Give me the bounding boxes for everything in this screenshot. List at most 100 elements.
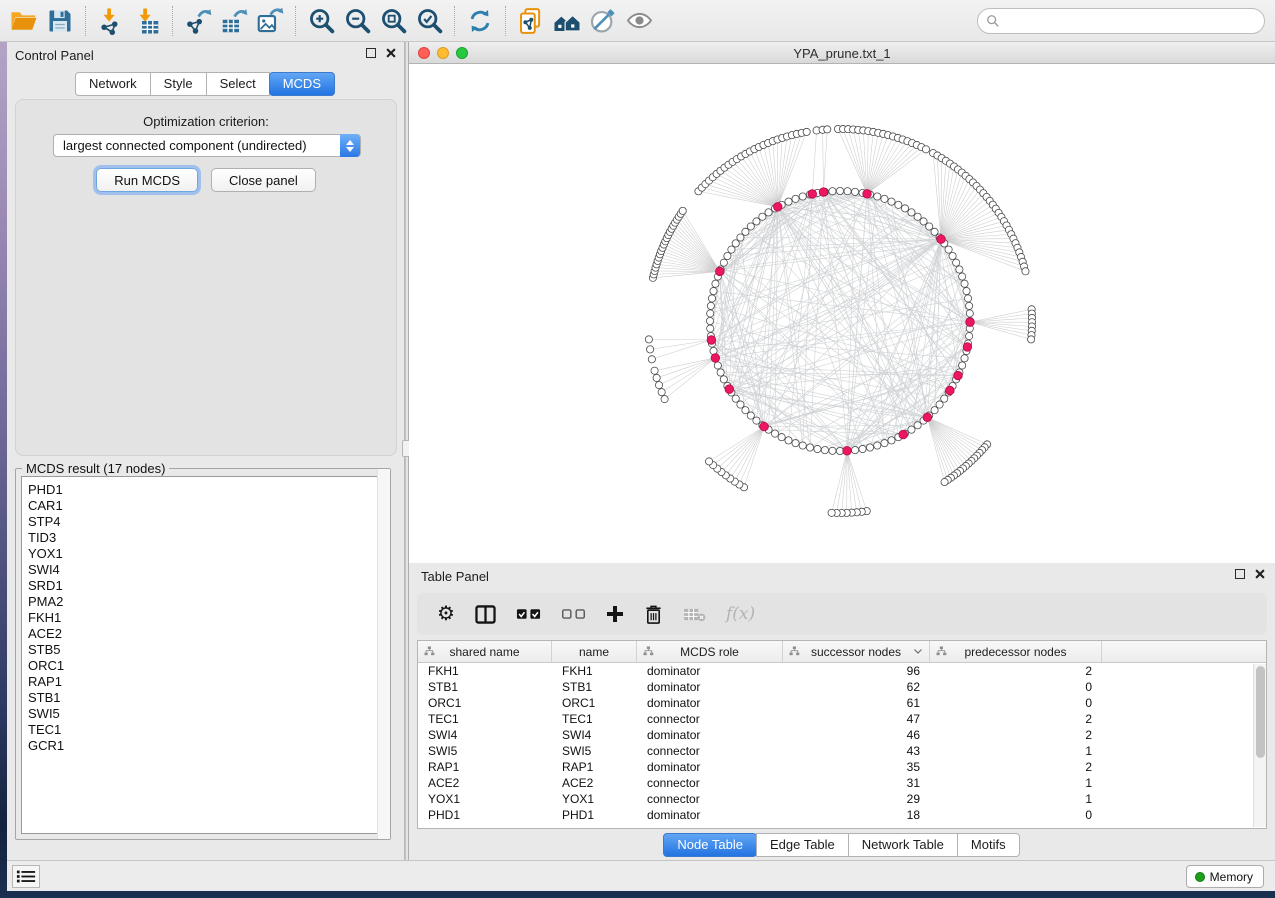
tab-network-table[interactable]: Network Table [848, 833, 958, 857]
task-history-button[interactable] [12, 865, 40, 888]
table-cell: ORC1 [552, 696, 637, 710]
table-scrollbar-thumb[interactable] [1256, 666, 1265, 758]
table-cell: 46 [783, 728, 930, 742]
tab-mcds[interactable]: MCDS [269, 72, 335, 96]
import-table-icon[interactable] [129, 3, 165, 39]
table-cell: 1 [930, 744, 1102, 758]
select-stepper-icon [340, 134, 360, 157]
open-session-icon[interactable] [6, 3, 42, 39]
table-row[interactable]: ACE2ACE2connector311 [418, 775, 1266, 791]
mcds-result-item[interactable]: SWI4 [28, 562, 384, 578]
memory-status-icon [1195, 872, 1205, 882]
mcds-result-item[interactable]: TEC1 [28, 722, 384, 738]
zoom-selected-icon[interactable] [411, 3, 447, 39]
run-mcds-button[interactable]: Run MCDS [96, 168, 198, 192]
tab-motifs[interactable]: Motifs [957, 833, 1020, 857]
clone-network-file-icon[interactable] [513, 3, 549, 39]
mcds-result-item[interactable]: RAP1 [28, 674, 384, 690]
tab-node-table[interactable]: Node Table [663, 833, 757, 857]
node-table: shared namenameMCDS rolesuccessor nodesp… [417, 640, 1267, 829]
network-title: YPA_prune.txt_1 [409, 46, 1275, 61]
table-row[interactable]: TEC1TEC1connector472 [418, 711, 1266, 727]
mcds-result-item[interactable]: ACE2 [28, 626, 384, 642]
table-cell: TEC1 [552, 712, 637, 726]
table-cell: 1 [930, 776, 1102, 790]
deselect-all-checkboxes-icon[interactable] [561, 608, 586, 620]
network-graph[interactable] [409, 64, 1275, 563]
mcds-result-item[interactable]: GCR1 [28, 738, 384, 754]
add-column-icon[interactable] [606, 605, 624, 623]
close-panel-icon[interactable] [1255, 569, 1265, 579]
result-list-scrollbar[interactable] [377, 469, 390, 839]
export-network-icon[interactable] [180, 3, 216, 39]
tab-style[interactable]: Style [150, 72, 207, 96]
mcds-result-item[interactable]: STP4 [28, 514, 384, 530]
float-panel-icon[interactable] [1235, 569, 1245, 579]
tab-edge-table[interactable]: Edge Table [756, 833, 849, 857]
table-panel: Table Panel ⚙ [409, 563, 1275, 860]
toolbar-separator [172, 6, 173, 36]
table-row[interactable]: FKH1FKH1dominator962 [418, 663, 1266, 679]
table-cell: STB1 [552, 680, 637, 694]
mcds-result-item[interactable]: STB1 [28, 690, 384, 706]
tab-select[interactable]: Select [206, 72, 270, 96]
column-header-successor-nodes[interactable]: successor nodes [783, 641, 930, 662]
mcds-result-item[interactable]: SRD1 [28, 578, 384, 594]
show-columns-icon[interactable] [475, 605, 496, 624]
control-panel-titlebar: Control Panel [7, 42, 404, 68]
table-cell: connector [637, 776, 783, 790]
export-image-icon[interactable] [252, 3, 288, 39]
table-cell: TEC1 [418, 712, 552, 726]
mcds-result-list[interactable]: PHD1CAR1STP4TID3YOX1SWI4SRD1PMA2FKH1ACE2… [21, 476, 385, 834]
mcds-result-item[interactable]: TID3 [28, 530, 384, 546]
mcds-result-item[interactable]: CAR1 [28, 498, 384, 514]
search-input[interactable] [1004, 14, 1264, 29]
refresh-icon[interactable] [462, 3, 498, 39]
table-cell: dominator [637, 808, 783, 822]
close-panel-button[interactable]: Close panel [211, 168, 316, 192]
mcds-result-item[interactable]: STB5 [28, 642, 384, 658]
table-row[interactable]: SWI4SWI4dominator462 [418, 727, 1266, 743]
table-panel-titlebar: Table Panel [409, 563, 1275, 589]
import-network-icon[interactable] [93, 3, 129, 39]
main-toolbar [0, 0, 1275, 42]
mcds-result-item[interactable]: PMA2 [28, 594, 384, 610]
table-row[interactable]: STB1STB1dominator620 [418, 679, 1266, 695]
table-scrollbar[interactable] [1253, 664, 1266, 827]
zoom-fit-icon[interactable] [375, 3, 411, 39]
zoom-in-icon[interactable] [303, 3, 339, 39]
mcds-result-item[interactable]: YOX1 [28, 546, 384, 562]
export-table-icon[interactable] [216, 3, 252, 39]
zoom-out-icon[interactable] [339, 3, 375, 39]
network-canvas[interactable] [409, 64, 1275, 563]
select-all-checkboxes-icon[interactable] [516, 608, 541, 620]
hide-graphics-details-icon[interactable] [585, 3, 621, 39]
settings-gear-icon[interactable]: ⚙ [437, 604, 455, 624]
close-panel-icon[interactable] [386, 48, 396, 58]
table-row[interactable]: PHD1PHD1dominator180 [418, 807, 1266, 823]
float-panel-icon[interactable] [366, 48, 376, 58]
search-field[interactable] [977, 8, 1265, 34]
memory-button[interactable]: Memory [1186, 865, 1264, 888]
network-overview-icon[interactable] [549, 3, 585, 39]
column-header-MCDS-role[interactable]: MCDS role [637, 641, 783, 662]
optimization-criterion-select[interactable]: largest connected component (undirected) [53, 134, 361, 157]
column-header-shared-name[interactable]: shared name [418, 641, 552, 662]
table-row[interactable]: RAP1RAP1dominator352 [418, 759, 1266, 775]
table-row[interactable]: YOX1YOX1connector291 [418, 791, 1266, 807]
delete-column-icon[interactable] [644, 604, 663, 625]
tab-network[interactable]: Network [75, 72, 151, 96]
column-header-predecessor-nodes[interactable]: predecessor nodes [930, 641, 1102, 662]
mcds-result-item[interactable]: PHD1 [28, 482, 384, 498]
show-graphics-details-icon[interactable] [621, 3, 657, 39]
table-row[interactable]: SWI5SWI5connector431 [418, 743, 1266, 759]
mcds-result-item[interactable]: SWI5 [28, 706, 384, 722]
table-cell: SWI5 [552, 744, 637, 758]
save-session-icon[interactable] [42, 3, 78, 39]
network-window-titlebar[interactable]: YPA_prune.txt_1 [409, 42, 1275, 64]
column-header-name[interactable]: name [552, 641, 637, 662]
mcds-result-item[interactable]: ORC1 [28, 658, 384, 674]
table-row[interactable]: ORC1ORC1dominator610 [418, 695, 1266, 711]
mcds-result-item[interactable]: FKH1 [28, 610, 384, 626]
list-icon [16, 869, 36, 884]
